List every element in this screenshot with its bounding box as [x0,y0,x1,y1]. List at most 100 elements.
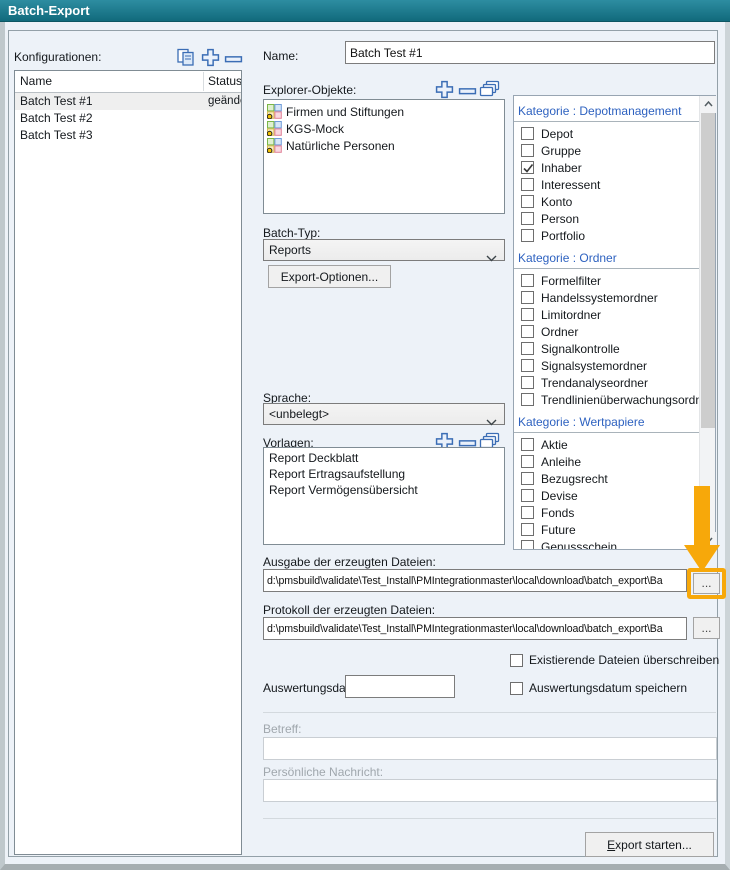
checkbox-icon[interactable] [521,178,534,191]
language-dropdown[interactable]: <unbelegt> [263,403,505,425]
checkbox-icon[interactable] [521,455,534,468]
categories-scrollbar[interactable] [699,96,715,549]
checkbox-icon[interactable] [521,212,534,225]
category-option[interactable]: Person [514,210,700,227]
category-option[interactable]: Handelssystemordner [514,289,700,306]
category-option-label: Person [541,212,579,226]
checkbox-icon[interactable] [521,325,534,338]
category-option[interactable]: Ordner [514,323,700,340]
template-item[interactable]: Report Vermögensübersicht [264,482,504,498]
category-option[interactable]: Gruppe [514,142,700,159]
checkbox-icon[interactable] [521,291,534,304]
checkbox-icon[interactable] [510,682,523,695]
explorer-item[interactable]: Firmen und Stiftungen [264,103,504,120]
category-option[interactable]: Trendlinienüberwachungsordner [514,391,700,408]
protocol-path-input[interactable] [263,617,687,640]
explorer-item[interactable]: KGS-Mock [264,120,504,137]
category-option[interactable]: Devise [514,487,700,504]
checkbox-icon[interactable] [521,229,534,242]
checkbox-icon[interactable] [521,342,534,355]
category-option[interactable]: Aktie [514,436,700,453]
checkbox-icon[interactable] [510,654,523,667]
config-row[interactable]: Batch Test #1geände [15,93,241,110]
category-option-label: Signalkontrolle [541,342,620,356]
scroll-up-button[interactable] [700,96,716,113]
category-option[interactable]: Limitordner [514,306,700,323]
category-option-label: Signalsystemordner [541,359,647,373]
remove-explorer-object-icon[interactable] [458,85,477,99]
highlight-rectangle [687,568,726,599]
batch-type-value: Reports [269,243,311,257]
output-path-input[interactable] [263,569,687,592]
checkbox-icon[interactable] [521,393,534,406]
checkbox-icon[interactable] [521,523,534,536]
category-option[interactable]: Portfolio [514,227,700,244]
category-option[interactable]: Depot [514,125,700,142]
explorer-object-browser-icon[interactable] [479,80,500,101]
checkbox-icon[interactable] [521,472,534,485]
categories-listbox[interactable]: Kategorie : DepotmanagementDepotGruppeIn… [513,95,716,550]
personal-message-input[interactable] [263,779,717,802]
checkbox-icon[interactable] [521,540,534,549]
scrollbar-thumb[interactable] [701,113,715,428]
column-header-name[interactable]: Name [20,74,52,88]
checkbox-icon[interactable] [521,376,534,389]
category-option-label: Limitordner [541,308,601,322]
output-files-label: Ausgabe der erzeugten Dateien: [263,555,436,569]
category-option[interactable]: Future [514,521,700,538]
subject-input[interactable] [263,737,717,760]
category-option[interactable]: Signalkontrolle [514,340,700,357]
checkbox-icon[interactable] [521,161,534,174]
configurations-list[interactable]: Name Status Batch Test #1geändeBatch Tes… [14,70,242,855]
explorer-item-label: Natürliche Personen [286,139,395,153]
add-configuration-icon[interactable] [201,48,220,70]
category-option[interactable]: Anleihe [514,453,700,470]
checkbox-icon[interactable] [521,144,534,157]
start-export-button[interactable]: Export starten... [585,832,714,857]
explorer-object-icon [267,121,282,136]
column-header-status[interactable]: Status [208,74,242,88]
checkbox-icon[interactable] [521,359,534,372]
category-option[interactable]: Konto [514,193,700,210]
template-item[interactable]: Report Deckblatt [264,450,504,466]
checkbox-icon[interactable] [521,506,534,519]
checkbox-icon[interactable] [521,127,534,140]
category-option-label: Devise [541,489,578,503]
language-value: <unbelegt> [269,407,329,421]
overwrite-existing-checkbox[interactable]: Existierende Dateien überschreiben [510,653,719,667]
checkbox-icon[interactable] [521,438,534,451]
category-option[interactable]: Fonds [514,504,700,521]
eval-date-input[interactable] [345,675,455,698]
config-row[interactable]: Batch Test #2 [15,110,241,127]
checkbox-icon[interactable] [521,308,534,321]
batch-type-label: Batch-Typ: [263,226,320,240]
config-row[interactable]: Batch Test #3 [15,127,241,144]
explorer-objects-list[interactable]: Firmen und Stiftungen KGS-Mock Natürliche … [263,99,505,214]
category-option[interactable]: Bezugsrecht [514,470,700,487]
checkbox-icon[interactable] [521,274,534,287]
batch-type-dropdown[interactable]: Reports [263,239,505,261]
remove-configuration-icon[interactable] [224,53,243,67]
name-input[interactable] [345,41,715,64]
category-option[interactable]: Genussschein [514,538,700,549]
template-item[interactable]: Report Ertragsaufstellung [264,466,504,482]
explorer-object-icon [267,138,282,153]
category-option-label: Konto [541,195,572,209]
copy-configuration-icon[interactable] [176,48,196,70]
category-option[interactable]: Formelfilter [514,272,700,289]
configurations-label: Konfigurationen: [14,50,101,64]
export-options-button[interactable]: Export-Optionen... [268,265,391,288]
configurations-list-header[interactable]: Name Status [15,71,241,93]
explorer-item[interactable]: Natürliche Personen [264,137,504,154]
section-divider [263,818,716,819]
category-option[interactable]: Signalsystemordner [514,357,700,374]
protocol-browse-button[interactable]: ... [693,617,720,639]
templates-list[interactable]: Report DeckblattReport Ertragsaufstellun… [263,447,505,545]
checkbox-icon[interactable] [521,195,534,208]
checkbox-icon[interactable] [521,489,534,502]
category-option[interactable]: Interessent [514,176,700,193]
category-option[interactable]: Trendanalyseordner [514,374,700,391]
category-option[interactable]: Inhaber [514,159,700,176]
save-eval-date-checkbox[interactable]: Auswertungsdatum speichern [510,681,687,695]
explorer-item-label: KGS-Mock [286,122,344,136]
